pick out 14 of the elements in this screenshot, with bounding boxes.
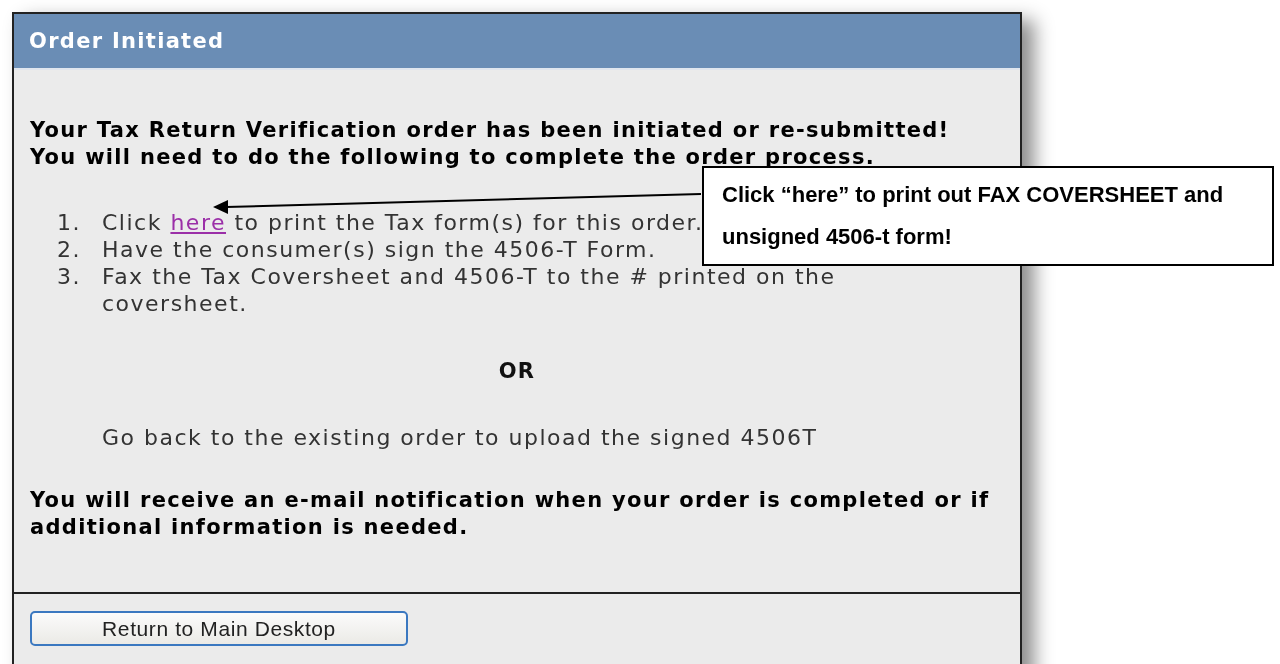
step-number: 2. — [57, 236, 82, 263]
notification-text: You will receive an e-mail notification when your order is completed or if additional information is needed. — [30, 487, 991, 541]
step-text: Have the consumer(s) sign the 4506-T Form. — [102, 236, 657, 263]
callout-text: Click “here” to print out FAX COVERSHEET and unsigned 4506-t form! — [702, 166, 1274, 266]
step-number: 1. — [57, 209, 82, 236]
confirmation-text: Your Tax Return Verification order has been initiated or re-submitted! — [30, 117, 951, 144]
step-number: 3. — [57, 263, 82, 291]
step-text: Fax the Tax Coversheet and 4506-T to the # printed on the coversheet. — [102, 263, 837, 317]
alternative-text: Go back to the existing order to upload the signed 4506T — [102, 424, 819, 451]
here-link[interactable]: here — [170, 210, 226, 235]
or-label: OR — [497, 358, 537, 385]
return-button[interactable]: Return to Main Desktop — [30, 611, 408, 646]
panel-title: Order Initiated — [29, 29, 225, 53]
step-text: Click here to print the Tax form(s) for this order. — [102, 209, 704, 236]
